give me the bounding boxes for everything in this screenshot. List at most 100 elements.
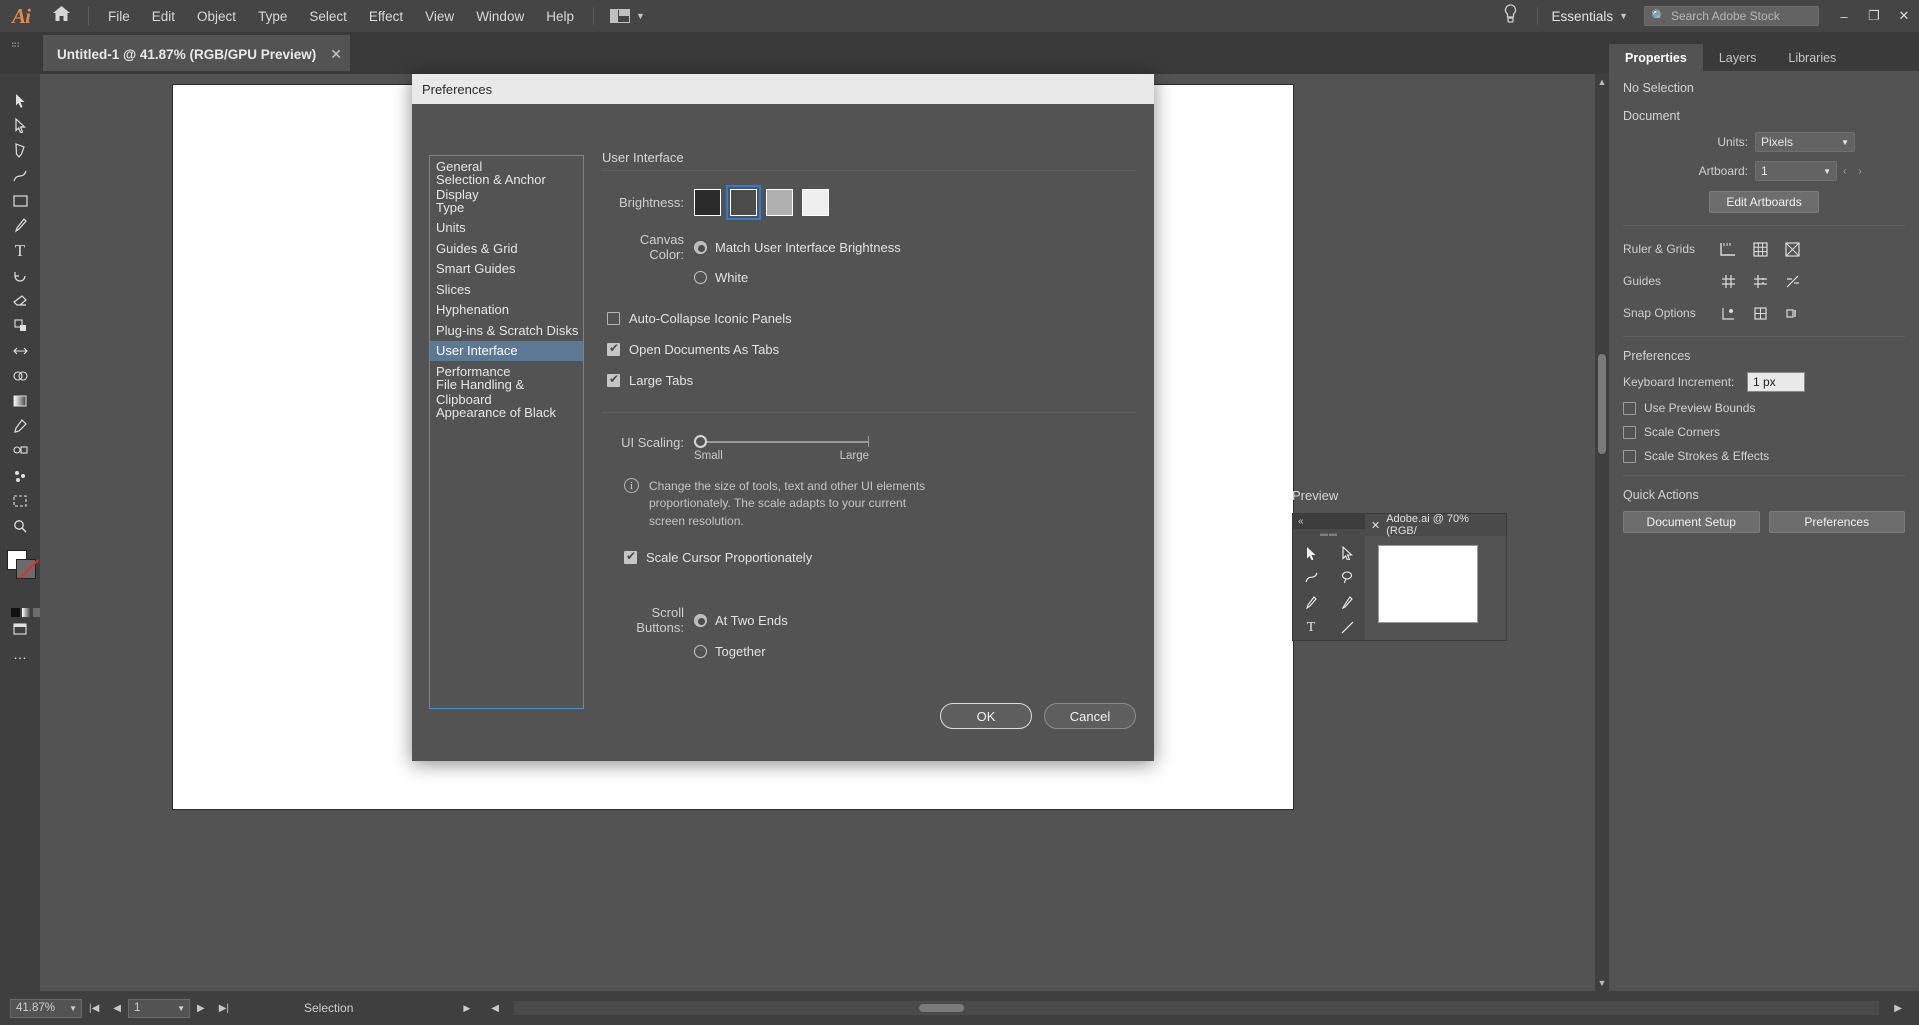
home-icon[interactable] <box>42 6 80 26</box>
menu-select[interactable]: Select <box>298 4 358 29</box>
discover-bulb-icon[interactable] <box>1492 4 1529 28</box>
snap-to-grid-icon[interactable] <box>1747 302 1773 324</box>
scroll-buttons-together-option[interactable]: Together <box>694 644 766 659</box>
search-input[interactable]: 🔍 Search Adobe Stock <box>1644 6 1819 26</box>
category-selection-anchor-display[interactable]: Selection & Anchor Display <box>430 177 583 198</box>
category-user-interface[interactable]: User Interface <box>430 341 583 362</box>
zoom-tool[interactable] <box>0 513 40 538</box>
document-tab-close-icon[interactable]: ✕ <box>330 46 342 63</box>
edit-artboards-button[interactable]: Edit Artboards <box>1709 191 1819 213</box>
shape-builder-tool[interactable] <box>0 363 40 388</box>
stroke-swatch-none[interactable] <box>16 559 36 579</box>
quick-preferences-button[interactable]: Preferences <box>1769 511 1906 533</box>
selection-tool[interactable] <box>0 88 40 113</box>
auto-collapse-iconic-panels-row[interactable]: Auto-Collapse Iconic Panels <box>607 311 1136 326</box>
snap-to-point-icon[interactable] <box>1715 302 1741 324</box>
scroll-buttons-together-radio[interactable] <box>694 645 707 658</box>
show-guides-icon[interactable] <box>1715 270 1741 292</box>
brightness-swatch-dark-selected[interactable] <box>730 189 757 216</box>
menu-object[interactable]: Object <box>186 4 247 29</box>
large-tabs-row[interactable]: Large Tabs <box>607 373 1136 388</box>
smart-guides-icon[interactable] <box>1779 270 1805 292</box>
category-guides-grid[interactable]: Guides & Grid <box>430 238 583 259</box>
vertical-scrollbar[interactable]: ▲ ▼ <box>1595 74 1609 991</box>
brightness-swatch-darkest[interactable] <box>694 189 721 216</box>
artboard-number-input[interactable]: 1 ▼ <box>128 999 190 1018</box>
previous-artboard-icon[interactable]: ◀ <box>106 1003 128 1014</box>
scale-strokes-effects-checkbox[interactable] <box>1623 450 1636 463</box>
units-select[interactable]: Pixels ▼ <box>1755 132 1855 152</box>
workspace-layout-icon[interactable]: ▼ <box>602 9 653 23</box>
curvature-tool[interactable] <box>0 163 40 188</box>
scroll-left-icon[interactable]: ◀ <box>484 1003 506 1014</box>
menu-effect[interactable]: Effect <box>358 4 414 29</box>
scroll-up-icon[interactable]: ▲ <box>1595 74 1609 90</box>
auto-collapse-iconic-panels-checkbox[interactable] <box>607 312 620 325</box>
horizontal-scrollbar-thumb[interactable] <box>919 1004 964 1012</box>
tab-properties[interactable]: Properties <box>1609 44 1703 71</box>
minimize-button[interactable]: – <box>1829 1 1859 31</box>
restore-button[interactable]: ❐ <box>1859 1 1889 31</box>
last-artboard-icon[interactable]: ▶| <box>212 1003 236 1014</box>
ui-scaling-slider[interactable] <box>694 435 869 449</box>
show-rulers-icon[interactable] <box>1715 238 1741 260</box>
status-menu-icon[interactable]: ▶ <box>463 1003 470 1014</box>
category-plugins-scratch-disks[interactable]: Plug-ins & Scratch Disks <box>430 320 583 341</box>
brightness-swatch-lightest[interactable] <box>802 189 829 216</box>
snap-to-pixel-icon[interactable] <box>1779 302 1805 324</box>
scale-corners-row[interactable]: Scale Corners <box>1623 425 1905 439</box>
keyboard-increment-input[interactable]: 1 px <box>1747 372 1805 392</box>
first-artboard-icon[interactable]: |◀ <box>82 1003 106 1014</box>
category-slices[interactable]: Slices <box>430 279 583 300</box>
blend-tool[interactable] <box>0 438 40 463</box>
horizontal-scrollbar[interactable] <box>514 1001 1879 1015</box>
scale-tool[interactable] <box>0 313 40 338</box>
next-artboard-button[interactable]: › <box>1852 166 1867 177</box>
type-tool[interactable]: T <box>0 238 40 263</box>
eraser-tool[interactable] <box>0 288 40 313</box>
menu-help[interactable]: Help <box>535 4 585 29</box>
menu-view[interactable]: View <box>414 4 465 29</box>
paintbrush-tool[interactable] <box>0 213 40 238</box>
artboard-tool[interactable] <box>0 488 40 513</box>
symbol-sprayer-tool[interactable] <box>0 463 40 488</box>
scale-cursor-proportionately-checkbox[interactable] <box>624 551 637 564</box>
category-hyphenation[interactable]: Hyphenation <box>430 300 583 321</box>
vertical-scrollbar-thumb[interactable] <box>1598 354 1606 454</box>
edit-toolbar-icon[interactable]: … <box>0 641 40 666</box>
scroll-buttons-at-two-ends-radio[interactable] <box>694 614 707 627</box>
lock-guides-icon[interactable] <box>1747 270 1773 292</box>
artboard-select[interactable]: 1 ▼ <box>1755 161 1837 181</box>
scale-cursor-proportionately-row[interactable]: Scale Cursor Proportionately <box>624 550 1122 565</box>
use-preview-bounds-checkbox[interactable] <box>1623 402 1636 415</box>
brightness-swatch-light[interactable] <box>766 189 793 216</box>
menu-file[interactable]: File <box>97 4 141 29</box>
show-transparency-grid-icon[interactable] <box>1779 238 1805 260</box>
menu-edit[interactable]: Edit <box>141 4 186 29</box>
width-tool[interactable] <box>0 338 40 363</box>
brightness-swatches[interactable] <box>694 189 829 216</box>
screen-mode-tool[interactable] <box>0 616 40 641</box>
large-tabs-checkbox[interactable] <box>607 374 620 387</box>
workspace-switcher[interactable]: Essentials ▼ <box>1546 9 1634 24</box>
previous-artboard-button[interactable]: ‹ <box>1837 166 1852 177</box>
scroll-right-icon[interactable]: ▶ <box>1887 1003 1909 1014</box>
category-file-handling-clipboard[interactable]: File Handling & Clipboard <box>430 382 583 403</box>
close-button[interactable]: ✕ <box>1889 1 1919 31</box>
pen-tool[interactable] <box>0 138 40 163</box>
canvas-color-match-option[interactable]: Match User Interface Brightness <box>694 240 901 255</box>
zoom-level-select[interactable]: 41.87% ▼ <box>10 999 82 1018</box>
scroll-buttons-at-two-ends-option[interactable]: At Two Ends <box>694 613 788 628</box>
use-preview-bounds-row[interactable]: Use Preview Bounds <box>1623 401 1905 415</box>
scale-corners-checkbox[interactable] <box>1623 426 1636 439</box>
open-documents-as-tabs-checkbox[interactable] <box>607 343 620 356</box>
next-artboard-icon[interactable]: ▶ <box>190 1003 212 1014</box>
document-setup-button[interactable]: Document Setup <box>1623 511 1760 533</box>
tab-libraries[interactable]: Libraries <box>1772 44 1852 71</box>
gradient-tool[interactable] <box>0 388 40 413</box>
menu-type[interactable]: Type <box>247 4 298 29</box>
scale-strokes-effects-row[interactable]: Scale Strokes & Effects <box>1623 449 1905 463</box>
rectangle-tool[interactable] <box>0 188 40 213</box>
menu-window[interactable]: Window <box>465 4 535 29</box>
canvas-color-white-option[interactable]: White <box>694 270 748 285</box>
